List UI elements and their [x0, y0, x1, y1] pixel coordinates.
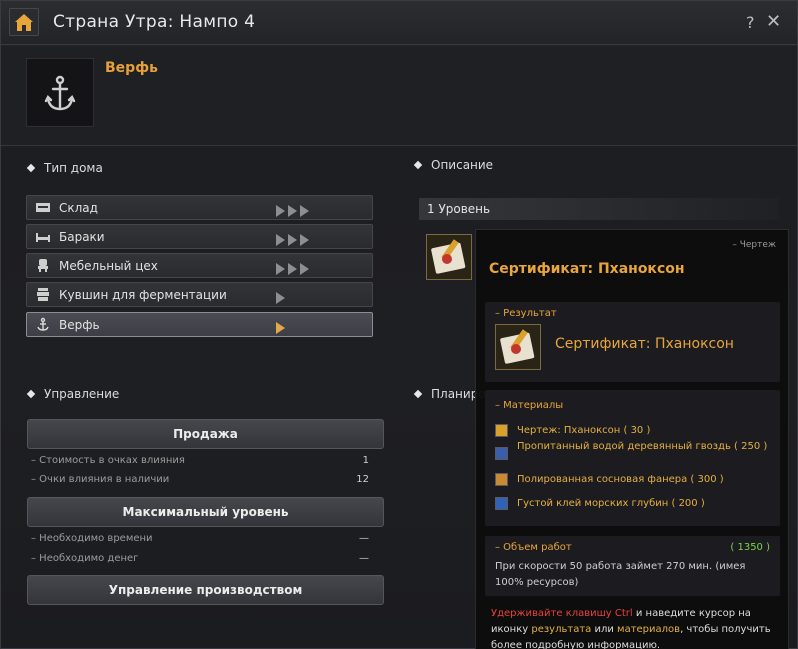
diamond-bullet-icon: [413, 160, 423, 169]
storage-icon: [36, 203, 50, 212]
description-heading: Описание: [413, 158, 493, 172]
bed-icon: [36, 233, 50, 242]
tooltip-item-type: – Чертеж: [732, 240, 776, 250]
sell-button[interactable]: Продажа: [27, 419, 384, 449]
work-block: – Объем работ ( 1350 ) При скорости 50 р…: [485, 536, 780, 596]
diamond-bullet-icon: [26, 389, 36, 398]
money-required-row: – Необходимо денег —: [31, 553, 369, 564]
nail-icon: [495, 447, 508, 460]
anchor-icon: [37, 317, 49, 331]
blueprint-icon: [495, 424, 508, 437]
blueprint-icon: [500, 329, 535, 364]
building-name: Верфь: [105, 60, 158, 76]
glue-icon: [495, 497, 508, 510]
level-arrows: [276, 319, 288, 334]
level-arrows: [276, 202, 312, 217]
diamond-bullet-icon: [26, 163, 36, 172]
chair-icon: [38, 259, 48, 272]
house-type-item-shipyard[interactable]: Верфь: [26, 312, 373, 337]
title-bar: Страна Утра: Нампо 4 ? ✕: [1, 1, 797, 45]
work-description: При скорости 50 работа займет 270 мин. (…: [495, 561, 746, 588]
level-arrows: [276, 289, 288, 304]
building-icon-box: [26, 58, 94, 127]
materials-block: – Материалы Чертеж: Пханоксон ( 30 ) Про…: [485, 390, 780, 526]
blueprint-icon: [431, 239, 466, 274]
level-bar: 1 Уровень: [419, 198, 779, 220]
house-window: Страна Утра: Нампо 4 ? ✕ Верфь Тип дома: [0, 0, 798, 649]
materials-label: – Материалы: [495, 400, 564, 411]
production-management-button[interactable]: Управление производством: [27, 575, 384, 605]
management-heading: Управление: [26, 387, 119, 401]
close-button[interactable]: ✕: [766, 11, 781, 32]
max-level-button[interactable]: Максимальный уровень: [27, 497, 384, 527]
work-label: – Объем работ: [495, 542, 572, 553]
home-button[interactable]: [9, 8, 39, 36]
jar-icon: [37, 288, 49, 301]
work-value: ( 1350 ): [730, 542, 770, 553]
window-title: Страна Утра: Нампо 4: [53, 12, 256, 32]
help-button[interactable]: ?: [746, 13, 755, 32]
diamond-bullet-icon: [413, 389, 423, 398]
house-type-item-barracks[interactable]: Бараки: [26, 224, 373, 249]
level-label: 1 Уровень: [427, 202, 491, 216]
result-block: – Результат Сертификат: Пханоксон: [485, 302, 780, 382]
home-icon: [15, 14, 33, 31]
influence-available-row: – Очки влияния в наличии 12: [31, 474, 369, 485]
house-type-heading: Тип дома: [26, 161, 103, 175]
house-type-item-furniture[interactable]: Мебельный цех: [26, 253, 373, 278]
level-arrows: [276, 231, 312, 246]
anchor-icon: [44, 75, 76, 111]
tooltip-hint: Удерживайте клавишу Ctrl и наведите курс…: [491, 608, 771, 649]
item-tooltip: – Чертеж Сертификат: Пханоксон – Результ…: [475, 229, 789, 649]
result-item-slot[interactable]: [495, 324, 541, 370]
plywood-icon: [495, 473, 508, 486]
tooltip-title: Сертификат: Пханоксон: [489, 261, 685, 277]
level-arrows: [276, 260, 312, 275]
influence-cost-row: – Стоимость в очках влияния 1: [31, 455, 369, 466]
house-type-item-storage[interactable]: Склад: [26, 195, 373, 220]
result-label: – Результат: [495, 308, 557, 319]
building-header: Верфь: [1, 46, 797, 146]
result-name: Сертификат: Пханоксон: [555, 336, 734, 352]
time-required-row: – Необходимо времени —: [31, 533, 369, 544]
house-type-item-fermentation[interactable]: Кувшин для ферментации: [26, 282, 373, 307]
blueprint-item-slot[interactable]: [426, 234, 472, 280]
